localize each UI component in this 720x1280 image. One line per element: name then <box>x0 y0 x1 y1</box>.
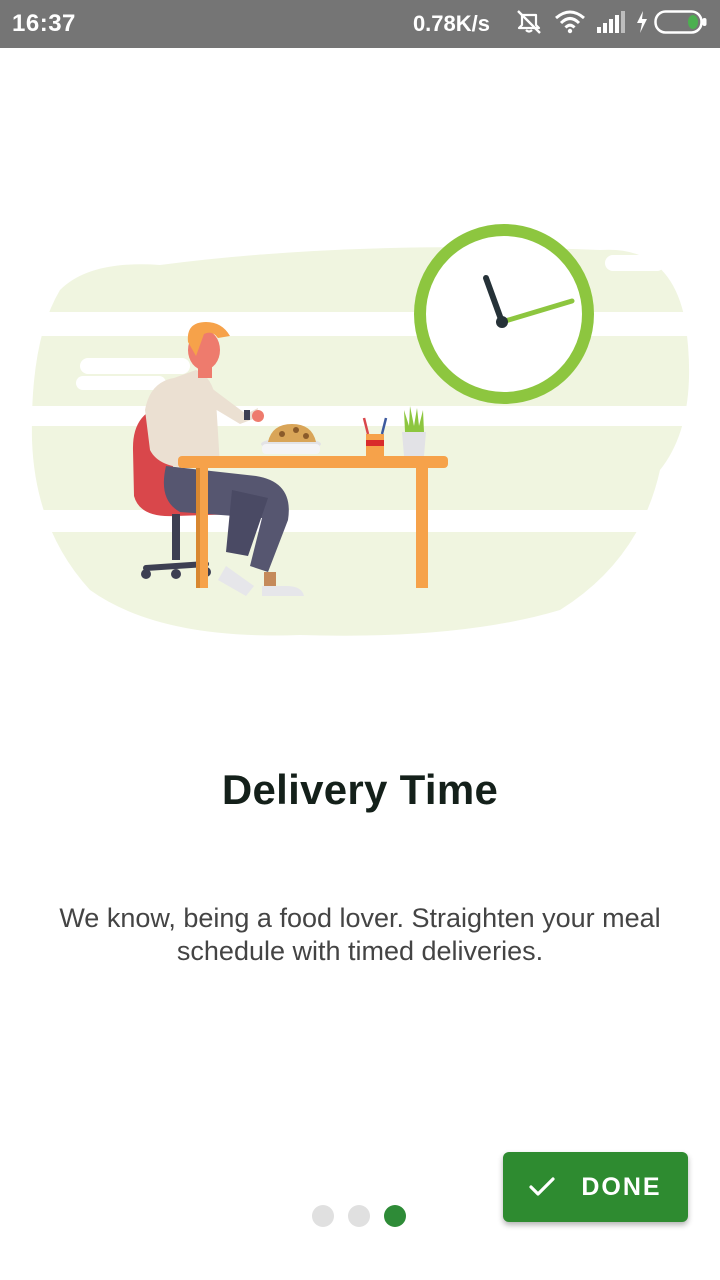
done-label: DONE <box>581 1172 662 1201</box>
done-button[interactable]: DONE <box>503 1152 688 1222</box>
network-speed: 0.78K/s <box>412 11 490 36</box>
mute-vibrate-icon <box>514 9 544 40</box>
signal-icon <box>596 10 626 38</box>
status-icons: 0.78K/s <box>413 0 708 48</box>
onboarding-screen: 16:37 0.78K/s Delivery Time We know, bei… <box>0 0 720 1280</box>
page-dot-3-active[interactable] <box>384 1205 406 1227</box>
page-title: Delivery Time <box>221 766 499 813</box>
charging-icon <box>636 10 648 38</box>
page-description: We know, being a food lover. Straighten … <box>59 903 661 966</box>
page-indicator <box>312 1205 420 1227</box>
battery-icon <box>654 9 708 39</box>
page-dot-2[interactable] <box>348 1205 370 1227</box>
wifi-icon <box>554 10 586 39</box>
status-time: 16:37 <box>12 10 76 37</box>
delivery-time-illustration <box>0 200 720 660</box>
page-dot-1[interactable] <box>312 1205 334 1227</box>
status-bar: 16:37 0.78K/s <box>0 0 720 48</box>
check-icon <box>529 1177 555 1197</box>
